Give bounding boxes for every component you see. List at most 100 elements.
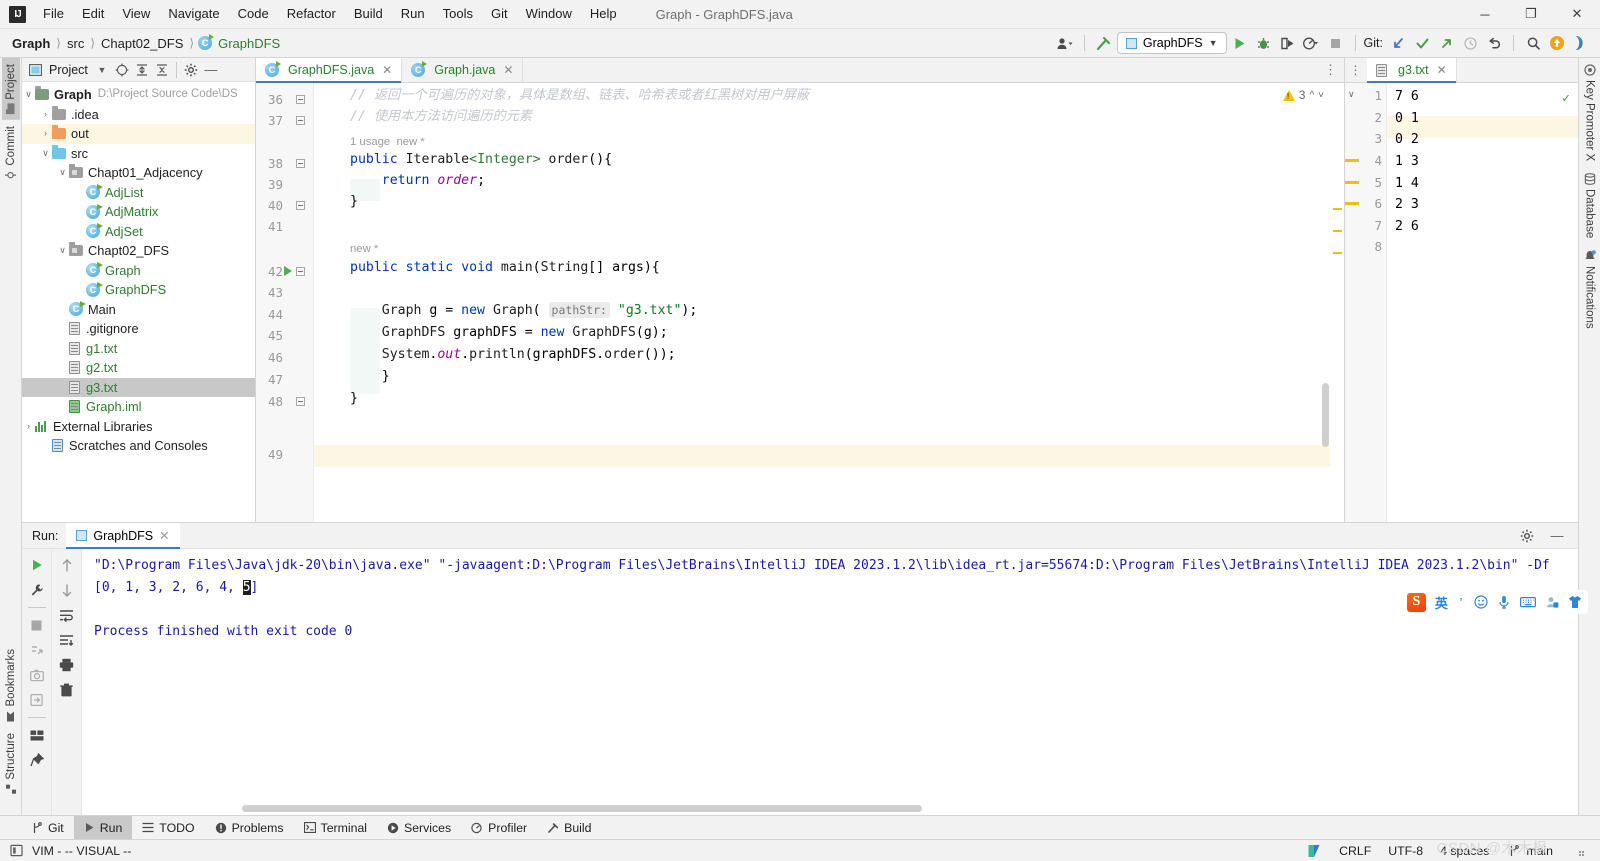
menu-view[interactable]: View [113,2,159,26]
tree-item-out[interactable]: › out [22,124,255,144]
tree-item-graphiml[interactable]: Graph.iml [22,397,255,417]
tree-item-graph[interactable]: ∨ Graph D:\Project Source Code\DS [22,85,255,105]
maximize-button[interactable]: ❐ [1508,0,1554,29]
git-branch-status[interactable]: main [1506,843,1553,859]
settings-gear-icon[interactable] [1516,525,1538,547]
change-marker[interactable] [1345,202,1359,205]
tab-g3txt[interactable]: g3.txt ✕ [1367,58,1457,83]
tree-item-idea[interactable]: › .idea [22,105,255,125]
menu-file[interactable]: File [34,2,73,26]
sogou-ime-toolbar[interactable]: S 英 ’ [1400,590,1588,614]
soft-wrap-icon[interactable] [56,604,78,626]
tool-window-profiler[interactable]: Profiler [461,816,537,840]
tree-item-chapt02[interactable]: ∨ Chapt02_DFS [22,241,255,261]
close-icon[interactable]: ✕ [1437,63,1447,77]
g3-file-content[interactable]: 7 6 0 1 0 2 1 3 1 4 2 3 2 6 ✓ [1387,83,1578,522]
run-with-coverage-icon[interactable] [1277,32,1299,54]
close-icon[interactable]: ✕ [382,63,392,77]
rerun-failed-icon[interactable] [26,639,48,661]
line-separator-status[interactable]: CRLF [1339,844,1371,858]
tree-item-adjset[interactable]: C AdjSet [22,222,255,242]
tab-graph-java[interactable]: C Graph.java ✕ [402,58,524,82]
settings-gear-icon[interactable] [182,61,200,79]
code-fold-marker[interactable] [296,159,307,170]
ime-mode-label[interactable]: 英 [1435,593,1448,612]
expand-arrow-icon[interactable]: ∨ [22,85,35,105]
editor-analysis-strip[interactable] [1330,83,1344,522]
export-icon[interactable] [26,689,48,711]
expand-all-icon[interactable] [133,61,151,79]
tree-item-g2txt[interactable]: g2.txt [22,358,255,378]
encoding-status[interactable]: UTF-8 [1388,844,1423,858]
expand-arrow-icon[interactable]: ∨ [39,144,52,164]
tree-item-graph-class[interactable]: C Graph [22,261,255,281]
menu-help[interactable]: Help [581,2,626,26]
tree-item-gitignore[interactable]: .gitignore [22,319,255,339]
breadcrumb-package[interactable]: Chapt02_DFS [99,34,185,53]
sidebar-item-database[interactable]: Database [1581,167,1599,244]
menu-git[interactable]: Git [482,2,517,26]
tree-item-adjlist[interactable]: C AdjList [22,183,255,203]
pin-icon[interactable] [26,749,48,771]
settings-wrench-icon[interactable] [26,579,48,601]
menu-window[interactable]: Window [517,2,581,26]
skin-icon[interactable] [1568,595,1582,609]
code-fold-marker[interactable] [296,397,307,408]
console-horizontal-scrollbar[interactable] [242,805,922,812]
tab-graphdfs-java[interactable]: C GraphDFS.java ✕ [256,58,403,83]
punctuation-icon[interactable]: ’ [1457,595,1465,610]
tool-window-services[interactable]: Services [377,816,461,840]
check-badge-icon[interactable] [1306,843,1322,859]
editor-gutter[interactable]: 35 36 37 38 39 40 41 42 43 44 45 46 [256,83,314,522]
update-icon[interactable] [1546,32,1568,54]
menu-navigate[interactable]: Navigate [159,2,228,26]
down-arrow-icon[interactable] [56,579,78,601]
voice-input-icon[interactable] [1497,595,1511,609]
chevron-down-icon[interactable]: ▼ [93,61,111,79]
git-update-icon[interactable] [1387,32,1409,54]
close-icon[interactable]: ✕ [159,528,169,543]
tree-item-g1txt[interactable]: g1.txt [22,339,255,359]
code-fold-marker[interactable] [296,95,307,106]
warning-marker[interactable] [1333,208,1342,210]
sidebar-item-commit[interactable]: Commit [2,120,20,187]
sidebar-item-structure[interactable]: Structure [2,727,20,801]
emoji-icon[interactable] [1474,595,1488,609]
history-icon[interactable] [1459,32,1481,54]
screenshot-icon[interactable] [26,664,48,686]
chevron-up-icon[interactable]: ^ [1309,90,1314,101]
search-everywhere-icon[interactable] [1522,32,1544,54]
sidebar-item-key-promoter[interactable]: Key Promoter X [1581,58,1599,167]
code-fold-marker[interactable] [296,116,307,127]
user-avatar-icon[interactable] [1054,32,1076,54]
editor-options-icon[interactable]: ⋮ [1345,58,1367,82]
tool-window-run[interactable]: Run [73,815,133,840]
run-tab-graphdfs[interactable]: GraphDFS ✕ [66,522,180,549]
up-arrow-icon[interactable] [56,554,78,576]
build-hammer-icon[interactable] [1093,32,1115,54]
minimize-button[interactable]: ─ [1462,0,1508,29]
tree-item-main[interactable]: C Main [22,300,255,320]
trash-icon[interactable] [56,679,78,701]
layout-icon[interactable] [26,724,48,746]
breadcrumb-project[interactable]: Graph [10,34,52,53]
vim-mode-icon[interactable] [8,843,24,859]
tree-item-g3txt[interactable]: g3.txt [22,377,255,397]
change-marker[interactable] [1345,181,1359,184]
menu-code[interactable]: Code [229,2,278,26]
menu-tools[interactable]: Tools [434,2,482,26]
select-opened-file-icon[interactable] [113,61,131,79]
expand-arrow-icon[interactable]: ∨ [56,241,69,261]
tool-window-git[interactable]: Git [22,816,74,840]
warning-marker[interactable] [1333,230,1342,232]
split-editor-text-area[interactable]: ∨ 1 2 3 4 5 6 7 8 7 6 0 1 0 2 1 3 1 4 2 … [1345,83,1578,522]
no-problems-icon[interactable]: ✓ [1562,88,1570,110]
editor-tab-options-icon[interactable]: ⋮ [1324,58,1344,82]
tree-item-src[interactable]: ∨ src [22,144,255,164]
tool-window-terminal[interactable]: Terminal [294,816,377,840]
ide-assistant-icon[interactable] [1570,32,1592,54]
expand-arrow-icon[interactable]: › [39,105,52,125]
breadcrumb-src[interactable]: src [65,34,86,53]
close-icon[interactable]: ✕ [503,63,513,77]
tree-item-graphdfs-class[interactable]: C GraphDFS [22,280,255,300]
